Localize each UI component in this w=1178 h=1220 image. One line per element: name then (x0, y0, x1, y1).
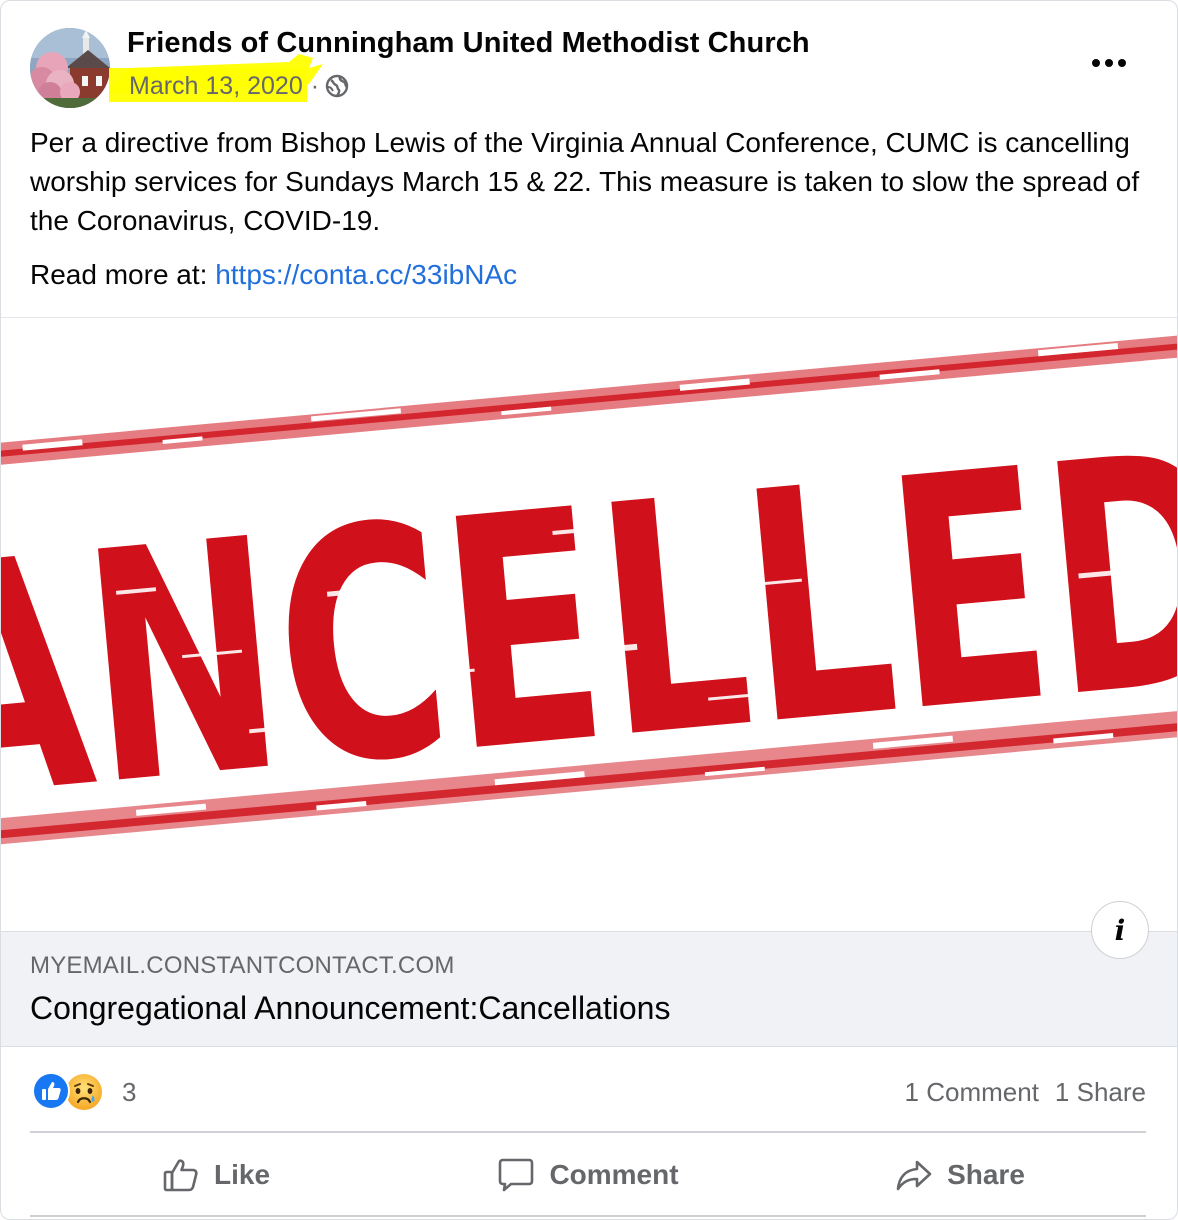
share-count[interactable]: 1 Share (1055, 1077, 1146, 1107)
speech-bubble-icon (499, 1158, 534, 1192)
comment-button[interactable]: Comment (402, 1135, 774, 1215)
info-button[interactable]: i (1091, 901, 1149, 959)
post-image-cancelled[interactable]: ANCELLED (1, 317, 1178, 931)
post-date[interactable]: March 13, 2020 (129, 72, 303, 100)
page-avatar[interactable] (30, 28, 110, 108)
read-more-link[interactable]: https://conta.cc/33ibNAc (215, 259, 517, 290)
post-message: Per a directive from Bishop Lewis of the… (30, 127, 1140, 236)
ellipsis-icon (1092, 59, 1126, 67)
info-icon: i (1114, 913, 1126, 947)
share-button[interactable]: Share (774, 1135, 1146, 1215)
reaction-count[interactable]: 3 (122, 1077, 136, 1108)
like-button[interactable]: Like (30, 1135, 402, 1215)
share-arrow-icon (896, 1160, 932, 1191)
more-options-button[interactable] (1087, 47, 1131, 79)
read-more-line: Read more at: https://conta.cc/33ibNAc (30, 255, 517, 294)
link-domain: MYEMAIL.CONSTANTCONTACT.COM (30, 952, 455, 979)
comment-label: Comment (549, 1159, 679, 1190)
link-title[interactable]: Congregational Announcement:Cancellation… (30, 990, 670, 1027)
post-card: Friends of Cunningham United Methodist C… (0, 0, 1178, 1220)
reaction-icons[interactable] (32, 1072, 112, 1112)
stamp-text: ANCELLED (1, 383, 1178, 872)
post-date-wrapper[interactable]: March 13, 2020 (109, 53, 323, 102)
divider-bottom (30, 1215, 1146, 1217)
share-label: Share (947, 1159, 1025, 1190)
divider-top (30, 1131, 1146, 1133)
comment-count[interactable]: 1 Comment (905, 1077, 1039, 1107)
post-header: Friends of Cunningham United Methodist C… (1, 1, 1177, 119)
like-label: Like (213, 1159, 271, 1190)
globe-icon (325, 74, 349, 98)
link-preview[interactable]: MYEMAIL.CONSTANTCONTACT.COM Congregation… (1, 931, 1177, 1047)
engagement-counts: 1 Comment 1 Share (905, 1077, 1146, 1108)
read-more-label: Read more at: (30, 259, 216, 290)
sad-icon (64, 1072, 104, 1112)
thumbs-up-icon (163, 1159, 198, 1192)
post-meta: March 13, 2020 · (109, 53, 349, 103)
like-icon (32, 1072, 70, 1110)
reactions-bar: 3 1 Comment 1 Share (30, 1069, 1146, 1117)
action-bar: Like Comment Share (30, 1135, 1146, 1215)
